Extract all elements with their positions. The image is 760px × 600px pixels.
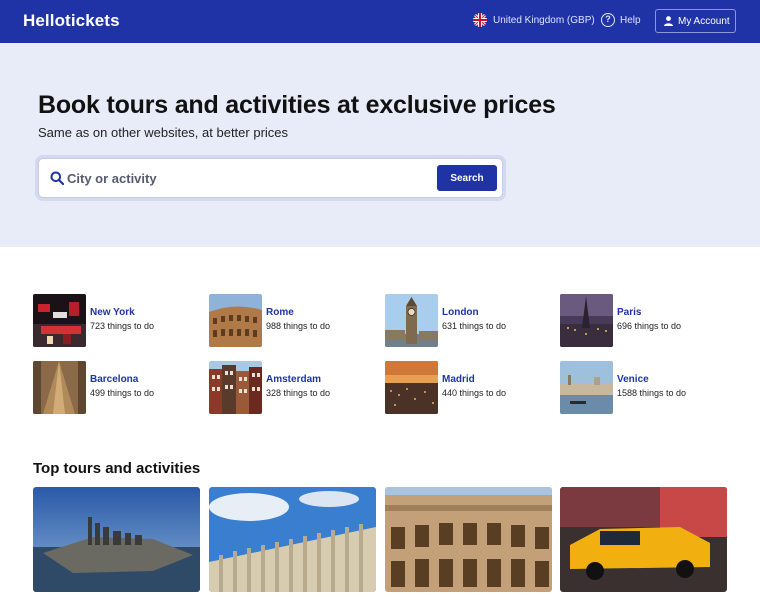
help-link[interactable]: ? Help	[601, 13, 641, 27]
my-account-button[interactable]: My Account	[655, 9, 736, 33]
destination-name: Amsterdam	[266, 374, 322, 385]
destination-london[interactable]: London 631 things to do	[385, 294, 555, 348]
site-logo[interactable]: Hellotickets	[23, 11, 120, 31]
destination-count: 499 things to do	[90, 388, 155, 398]
london-thumbnail	[385, 294, 438, 347]
uk-flag-icon	[473, 13, 487, 27]
destination-madrid[interactable]: Madrid 440 things to do	[385, 361, 555, 415]
tour-card-3[interactable]	[385, 487, 552, 592]
destination-name: New York	[90, 307, 135, 318]
tour-card-image	[209, 487, 376, 592]
destination-name: Rome	[266, 307, 294, 318]
destination-count: 440 things to do	[442, 388, 507, 398]
venice-thumbnail	[560, 361, 613, 414]
new-york-thumbnail	[33, 294, 86, 347]
help-label: Help	[620, 14, 641, 26]
top-tours-heading: Top tours and activities	[33, 460, 201, 477]
tour-card-image	[33, 487, 200, 592]
destination-barcelona[interactable]: Barcelona 499 things to do	[33, 361, 203, 415]
destination-paris[interactable]: Paris 696 things to do	[560, 294, 730, 348]
destination-name: London	[442, 307, 479, 318]
locale-label: United Kingdom (GBP)	[493, 14, 595, 26]
user-icon	[664, 16, 673, 26]
tour-card-image	[385, 487, 552, 592]
my-account-label: My Account	[678, 15, 730, 27]
destination-venice[interactable]: Venice 1588 things to do	[560, 361, 730, 415]
search-icon	[50, 171, 64, 185]
destination-name: Barcelona	[90, 374, 139, 385]
destination-name: Paris	[617, 307, 642, 318]
destination-count: 328 things to do	[266, 388, 331, 398]
rome-thumbnail	[209, 294, 262, 347]
destination-name: Madrid	[442, 374, 475, 385]
destination-count: 723 things to do	[90, 321, 155, 331]
tour-card-image	[560, 487, 727, 592]
tour-card-4[interactable]	[560, 487, 727, 592]
amsterdam-thumbnail	[209, 361, 262, 414]
hero-section: Book tours and activities at exclusive p…	[0, 43, 760, 247]
destination-count: 631 things to do	[442, 321, 507, 331]
destination-name: Venice	[617, 374, 649, 385]
barcelona-thumbnail	[33, 361, 86, 414]
paris-thumbnail	[560, 294, 613, 347]
tour-card-1[interactable]	[33, 487, 200, 592]
destination-count: 1588 things to do	[617, 388, 687, 398]
search-box: Search	[38, 158, 503, 198]
hero-subtitle: Same as on other websites, at better pri…	[38, 125, 289, 140]
tour-card-2[interactable]	[209, 487, 376, 592]
destination-rome[interactable]: Rome 988 things to do	[209, 294, 379, 348]
destination-count: 988 things to do	[266, 321, 331, 331]
help-icon: ?	[601, 13, 615, 27]
search-button[interactable]: Search	[437, 165, 497, 191]
destination-amsterdam[interactable]: Amsterdam 328 things to do	[209, 361, 379, 415]
madrid-thumbnail	[385, 361, 438, 414]
top-navigation-bar: Hellotickets United Kingdom (GBP) ? Help…	[0, 0, 760, 43]
hero-title: Book tours and activities at exclusive p…	[38, 91, 556, 119]
locale-selector[interactable]: United Kingdom (GBP)	[473, 13, 595, 27]
destination-count: 696 things to do	[617, 321, 682, 331]
search-input[interactable]	[67, 168, 427, 188]
destination-new-york[interactable]: New York 723 things to do	[33, 294, 203, 348]
